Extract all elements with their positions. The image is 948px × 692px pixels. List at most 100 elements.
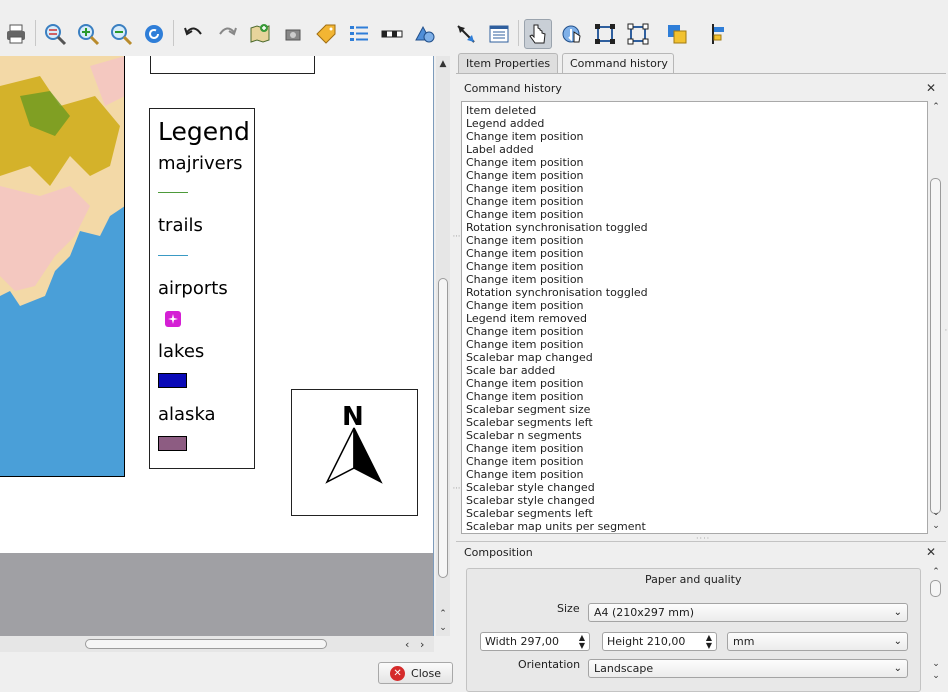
history-entry[interactable]: Legend added bbox=[466, 117, 927, 130]
undo-icon[interactable] bbox=[180, 19, 208, 49]
scroll-down-icon[interactable]: ⌄ bbox=[929, 520, 943, 532]
move-content-icon[interactable] bbox=[558, 19, 586, 49]
composition-page[interactable]: Legend majrivers trails airports lakes a… bbox=[0, 56, 433, 553]
history-entry[interactable]: Change item position bbox=[466, 247, 927, 260]
top-frame-item[interactable] bbox=[150, 56, 315, 74]
history-entry[interactable]: Scalebar segments left bbox=[466, 416, 927, 429]
legend-item-lakes: lakes bbox=[158, 341, 205, 362]
scroll-up-icon[interactable]: ▲ bbox=[436, 58, 450, 70]
history-entry[interactable]: Change item position bbox=[466, 182, 927, 195]
add-scalebar-icon[interactable] bbox=[378, 19, 406, 49]
history-entry[interactable]: Scalebar segments left bbox=[466, 507, 927, 520]
chevron-down-icon: ⌄ bbox=[893, 636, 902, 647]
composition-scroll-thumb[interactable] bbox=[930, 580, 941, 597]
scroll-down-icon[interactable]: ⌄ bbox=[436, 622, 450, 634]
close-icon: ✕ bbox=[390, 665, 406, 681]
history-scrollbar[interactable]: ⌃ ⌄ ⌄ bbox=[929, 101, 943, 534]
composer-canvas[interactable]: Legend majrivers trails airports lakes a… bbox=[0, 56, 434, 636]
history-entry[interactable]: Change item position bbox=[466, 390, 927, 403]
scroll-down-icon[interactable]: ⌄ bbox=[929, 658, 943, 670]
map-item[interactable] bbox=[0, 56, 125, 477]
close-icon[interactable]: ✕ bbox=[925, 546, 937, 558]
history-entry[interactable]: Rotation synchronisation toggled bbox=[466, 286, 927, 299]
close-icon[interactable]: ✕ bbox=[925, 82, 937, 94]
history-entry[interactable]: Scalebar n segments bbox=[466, 429, 927, 442]
group-icon[interactable] bbox=[591, 19, 619, 49]
add-map-icon[interactable] bbox=[246, 19, 274, 49]
history-entry[interactable]: Rotation synchronisation toggled bbox=[466, 221, 927, 234]
add-image-icon[interactable] bbox=[279, 19, 307, 49]
history-entry[interactable]: Scalebar style changed bbox=[466, 494, 927, 507]
refresh-icon[interactable] bbox=[140, 19, 168, 49]
zoom-out-icon[interactable] bbox=[107, 19, 135, 49]
orientation-select[interactable]: Landscape ⌄ bbox=[588, 659, 908, 678]
canvas-vertical-scroll-thumb[interactable] bbox=[438, 278, 448, 578]
select-move-icon[interactable] bbox=[524, 19, 552, 49]
splitter-handle[interactable]: ⋮ bbox=[452, 484, 461, 493]
history-entry[interactable]: Change item position bbox=[466, 455, 927, 468]
add-table-icon[interactable] bbox=[485, 19, 513, 49]
history-entry[interactable]: Change item position bbox=[466, 468, 927, 481]
history-entry[interactable]: Change item position bbox=[466, 325, 927, 338]
redo-icon[interactable] bbox=[213, 19, 241, 49]
history-entry[interactable]: Label added bbox=[466, 143, 927, 156]
history-entry[interactable]: Change item position bbox=[466, 273, 927, 286]
history-entry[interactable]: Scalebar map changed bbox=[466, 351, 927, 364]
history-entry[interactable]: Change item position bbox=[466, 377, 927, 390]
raise-icon[interactable] bbox=[663, 19, 691, 49]
ungroup-icon[interactable] bbox=[624, 19, 652, 49]
units-select[interactable]: mm ⌄ bbox=[727, 632, 908, 651]
north-arrow-item[interactable]: N bbox=[291, 389, 418, 516]
history-entry[interactable]: Scalebar map units per segment bbox=[466, 520, 927, 533]
history-entry[interactable]: Scale bar added bbox=[466, 364, 927, 377]
history-entry[interactable]: Item deleted bbox=[466, 104, 927, 117]
zoom-in-icon[interactable] bbox=[74, 19, 102, 49]
scroll-up-icon[interactable]: ⌃ bbox=[929, 566, 943, 578]
history-entry[interactable]: Scalebar style changed bbox=[466, 481, 927, 494]
history-entry[interactable]: Change item position bbox=[466, 208, 927, 221]
zoom-full-icon[interactable] bbox=[41, 19, 69, 49]
history-entry[interactable]: Change item position bbox=[466, 156, 927, 169]
height-spinbox[interactable]: Height 210,00 ▲ ▼ bbox=[602, 632, 717, 651]
scroll-right-icon[interactable]: › bbox=[420, 638, 424, 651]
history-entry[interactable]: Change item position bbox=[466, 299, 927, 312]
composition-scrollbar[interactable]: ⌃ ⌄ ⌄ bbox=[929, 566, 943, 686]
command-history-list[interactable]: Item deleted Legend added Change item posi… bbox=[461, 101, 928, 534]
add-arrow-icon[interactable] bbox=[452, 19, 480, 49]
spin-arrows-icon[interactable]: ▲ ▼ bbox=[706, 634, 712, 650]
history-entry[interactable]: Change item position bbox=[466, 234, 927, 247]
history-entry[interactable]: Scalebar segment size bbox=[466, 403, 927, 416]
history-entry[interactable]: Change item position bbox=[466, 130, 927, 143]
legend-item[interactable]: Legend majrivers trails airports lakes a… bbox=[149, 108, 255, 469]
scroll-down-icon[interactable]: ⌄ bbox=[929, 507, 943, 519]
tab-item-properties[interactable]: Item Properties bbox=[458, 53, 558, 73]
add-label-icon[interactable] bbox=[312, 19, 340, 49]
history-entry[interactable]: Change item position bbox=[466, 442, 927, 455]
canvas-vertical-scrollbar[interactable]: ▲ ⌃ ⌄ bbox=[436, 56, 450, 636]
history-entry[interactable]: Change item position bbox=[466, 169, 927, 182]
close-button[interactable]: ✕ Close bbox=[378, 662, 453, 684]
print-icon[interactable] bbox=[2, 19, 30, 49]
align-icon[interactable] bbox=[705, 19, 733, 49]
width-value: Width 297,00 bbox=[485, 635, 559, 648]
history-entry[interactable]: Change item position bbox=[466, 260, 927, 273]
tab-command-history[interactable]: Command history bbox=[562, 53, 674, 74]
scroll-up-icon[interactable]: ⌃ bbox=[929, 101, 943, 113]
history-entry[interactable]: Legend item removed bbox=[466, 312, 927, 325]
history-entry[interactable]: Change item position bbox=[466, 338, 927, 351]
spin-arrows-icon[interactable]: ▲ ▼ bbox=[579, 634, 585, 650]
history-scroll-thumb[interactable] bbox=[930, 178, 941, 514]
scroll-up-icon[interactable]: ⌃ bbox=[436, 608, 450, 620]
scroll-down-icon[interactable]: ⌄ bbox=[929, 670, 943, 682]
width-spinbox[interactable]: Width 297,00 ▲ ▼ bbox=[480, 632, 590, 651]
map-render bbox=[0, 56, 124, 476]
canvas-horizontal-scroll-thumb[interactable] bbox=[85, 639, 327, 649]
canvas-horizontal-scrollbar[interactable]: ‹ › bbox=[0, 636, 434, 652]
history-entry[interactable]: Change item position bbox=[466, 195, 927, 208]
scroll-left-icon[interactable]: ‹ bbox=[405, 638, 409, 651]
size-select[interactable]: A4 (210x297 mm) ⌄ bbox=[588, 603, 908, 622]
add-shape-icon[interactable] bbox=[411, 19, 439, 49]
add-legend-icon[interactable] bbox=[345, 19, 373, 49]
splitter-handle[interactable]: ⋮ bbox=[944, 326, 948, 335]
splitter-handle[interactable]: ⋮ bbox=[452, 232, 461, 241]
